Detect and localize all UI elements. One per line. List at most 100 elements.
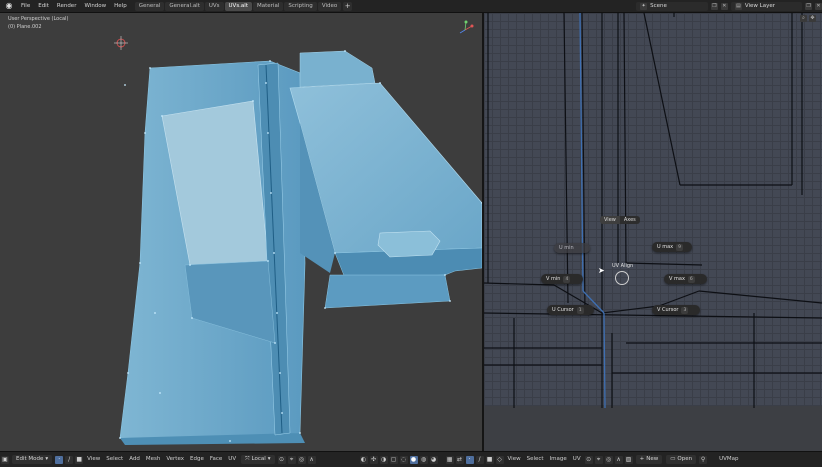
tab-general-alt[interactable]: General.alt bbox=[165, 1, 204, 11]
pie-u-cursor-button[interactable]: U Cursor 1 bbox=[547, 305, 594, 315]
uv-editor-type-icon[interactable]: ▦ bbox=[445, 455, 454, 464]
blender-logo-icon[interactable]: ◉ bbox=[4, 1, 14, 11]
orientation-label: Local bbox=[251, 456, 266, 462]
uv-proportional-icon[interactable]: ◎ bbox=[604, 455, 613, 464]
uv-editor[interactable]: ⌕ ✥ bbox=[484, 13, 822, 451]
transform-orientation-dropdown[interactable]: ⤧ Local ▾ bbox=[241, 455, 275, 464]
add-workspace-button[interactable]: + bbox=[343, 1, 353, 11]
uv-menu-select[interactable]: Select bbox=[524, 452, 547, 467]
scene-field[interactable]: ✦ Scene bbox=[636, 1, 708, 11]
proportional-edit-icon[interactable]: ◎ bbox=[297, 455, 306, 464]
pie-u-cursor-hotkey: 1 bbox=[576, 306, 584, 314]
view-layer-icon: ▤ bbox=[734, 2, 742, 10]
viewport-menu-select[interactable]: Select bbox=[103, 452, 126, 467]
xray-icon[interactable]: ▢ bbox=[389, 455, 398, 464]
shading-material-icon[interactable]: ◍ bbox=[419, 455, 428, 464]
editor-type-icon[interactable]: ▣ bbox=[1, 455, 9, 464]
pie-v-min-button[interactable]: V min 4 bbox=[541, 274, 583, 284]
pie-center-ring-icon bbox=[615, 271, 629, 285]
pie-u-max-button[interactable]: U max 9 bbox=[652, 242, 692, 252]
face-select-icon[interactable]: ■ bbox=[75, 455, 84, 464]
uv-view-controls: ⌕ ✥ bbox=[800, 15, 816, 22]
pie-u-min-button[interactable]: U min bbox=[554, 243, 590, 253]
pie-center-label: UV Align bbox=[612, 263, 634, 269]
uv-falloff-icon[interactable]: ∧ bbox=[614, 455, 623, 464]
shading-solid-icon[interactable]: ● bbox=[409, 455, 418, 464]
pie-menu-tabs: View Axes bbox=[600, 216, 640, 224]
uv-sync-icon[interactable]: ⇄ bbox=[455, 455, 464, 464]
pie-v-cursor-button[interactable]: V Cursor 3 bbox=[652, 305, 700, 315]
viewport-menu-add[interactable]: Add bbox=[126, 452, 143, 467]
pie-v-max-button[interactable]: V max 6 bbox=[664, 274, 707, 284]
tab-material[interactable]: Material bbox=[253, 1, 284, 11]
view-layer-label: View Layer bbox=[744, 2, 775, 9]
pan-icon[interactable]: ✥ bbox=[809, 15, 816, 22]
uv-pivot-icon[interactable]: ⊙ bbox=[584, 455, 593, 464]
scene-selector-area: ✦ Scene ❐ ✕ ▤ View Layer ❐ ✕ bbox=[636, 1, 822, 11]
3d-viewport[interactable]: User Perspective (Local) (0) Plane.002 bbox=[0, 13, 482, 451]
orientation-icon: ⤧ bbox=[245, 456, 250, 462]
pie-tab-view[interactable]: View bbox=[600, 216, 620, 224]
tab-general[interactable]: General bbox=[134, 1, 165, 11]
uv-face-select-icon[interactable]: ■ bbox=[485, 455, 494, 464]
zoom-icon[interactable]: ⌕ bbox=[800, 15, 807, 22]
remove-view-layer-icon[interactable]: ✕ bbox=[815, 2, 822, 10]
viewport-menu-vertex[interactable]: Vertex bbox=[163, 452, 187, 467]
menu-help[interactable]: Help bbox=[110, 0, 131, 12]
new-image-button[interactable]: + New bbox=[635, 455, 663, 464]
view-layer-field[interactable]: ▤ View Layer bbox=[730, 1, 802, 11]
navigation-gizmo-icon bbox=[459, 20, 474, 34]
gizmo-icon[interactable]: ✣ bbox=[369, 455, 378, 464]
menu-window[interactable]: Window bbox=[80, 0, 110, 12]
menu-render[interactable]: Render bbox=[53, 0, 81, 12]
uv-vertex-select-icon[interactable]: · bbox=[465, 455, 474, 464]
uv-menu-image[interactable]: Image bbox=[547, 452, 570, 467]
plus-icon: + bbox=[639, 456, 645, 462]
falloff-icon[interactable]: ∧ bbox=[307, 455, 316, 464]
viewport-menu-uv[interactable]: UV bbox=[225, 452, 239, 467]
shading-rendered-icon[interactable]: ◕ bbox=[429, 455, 438, 464]
copy-view-layer-icon[interactable]: ❐ bbox=[805, 2, 812, 10]
uvmap-label[interactable]: UVMap bbox=[716, 452, 741, 467]
viewport-menu-view[interactable]: View bbox=[84, 452, 103, 467]
vertex-select-icon[interactable]: · bbox=[55, 455, 64, 464]
edge-select-icon[interactable]: / bbox=[65, 455, 74, 464]
tab-scripting[interactable]: Scripting bbox=[284, 1, 317, 11]
pie-v-min-hotkey: 4 bbox=[563, 275, 571, 283]
uv-island-select-icon[interactable]: ◇ bbox=[495, 455, 504, 464]
copy-scene-icon[interactable]: ❐ bbox=[710, 2, 718, 10]
visibility-icon[interactable]: ◐ bbox=[359, 455, 368, 464]
tab-uvs[interactable]: UVs bbox=[204, 1, 224, 11]
pivot-icon[interactable]: ⊙ bbox=[277, 455, 286, 464]
pie-tab-axes[interactable]: Axes bbox=[619, 216, 640, 224]
mode-dropdown[interactable]: Edit Mode ▾ bbox=[12, 455, 53, 464]
pin-icon[interactable]: ⚲ bbox=[699, 455, 708, 464]
pie-u-max-label: U max bbox=[657, 244, 674, 250]
tab-uvs-alt[interactable]: UVs.alt bbox=[224, 1, 252, 11]
mode-label: Edit Mode bbox=[16, 456, 44, 462]
tab-video[interactable]: Video bbox=[317, 1, 342, 11]
open-image-button[interactable]: ▭ Open bbox=[666, 455, 697, 464]
uv-edge-select-icon[interactable]: / bbox=[475, 455, 484, 464]
pie-u-min-label: U min bbox=[559, 245, 574, 251]
overlay-icon[interactable]: ◑ bbox=[379, 455, 388, 464]
pie-v-min-label: V min bbox=[546, 276, 561, 282]
snap-icon[interactable]: ⌖ bbox=[287, 455, 296, 464]
viewport-menu-edge[interactable]: Edge bbox=[187, 452, 207, 467]
top-bar: ◉ File Edit Render Window Help General G… bbox=[0, 0, 822, 13]
scene-label: Scene bbox=[650, 2, 667, 9]
pie-u-max-hotkey: 9 bbox=[676, 243, 684, 251]
mouse-cursor-icon: ➤ bbox=[598, 266, 605, 275]
shading-wire-icon[interactable]: ◌ bbox=[399, 455, 408, 464]
menu-edit[interactable]: Edit bbox=[34, 0, 53, 12]
remove-scene-icon[interactable]: ✕ bbox=[720, 2, 728, 10]
pie-v-cursor-hotkey: 3 bbox=[681, 306, 689, 314]
uv-snap-icon[interactable]: ⌖ bbox=[594, 455, 603, 464]
menu-file[interactable]: File bbox=[17, 0, 34, 12]
image-browse-icon[interactable]: ▨ bbox=[624, 455, 633, 464]
3d-cursor-icon bbox=[114, 36, 128, 50]
uv-menu-uv[interactable]: UV bbox=[570, 452, 584, 467]
viewport-menu-face[interactable]: Face bbox=[207, 452, 225, 467]
viewport-menu-mesh[interactable]: Mesh bbox=[143, 452, 163, 467]
uv-menu-view[interactable]: View bbox=[505, 452, 524, 467]
